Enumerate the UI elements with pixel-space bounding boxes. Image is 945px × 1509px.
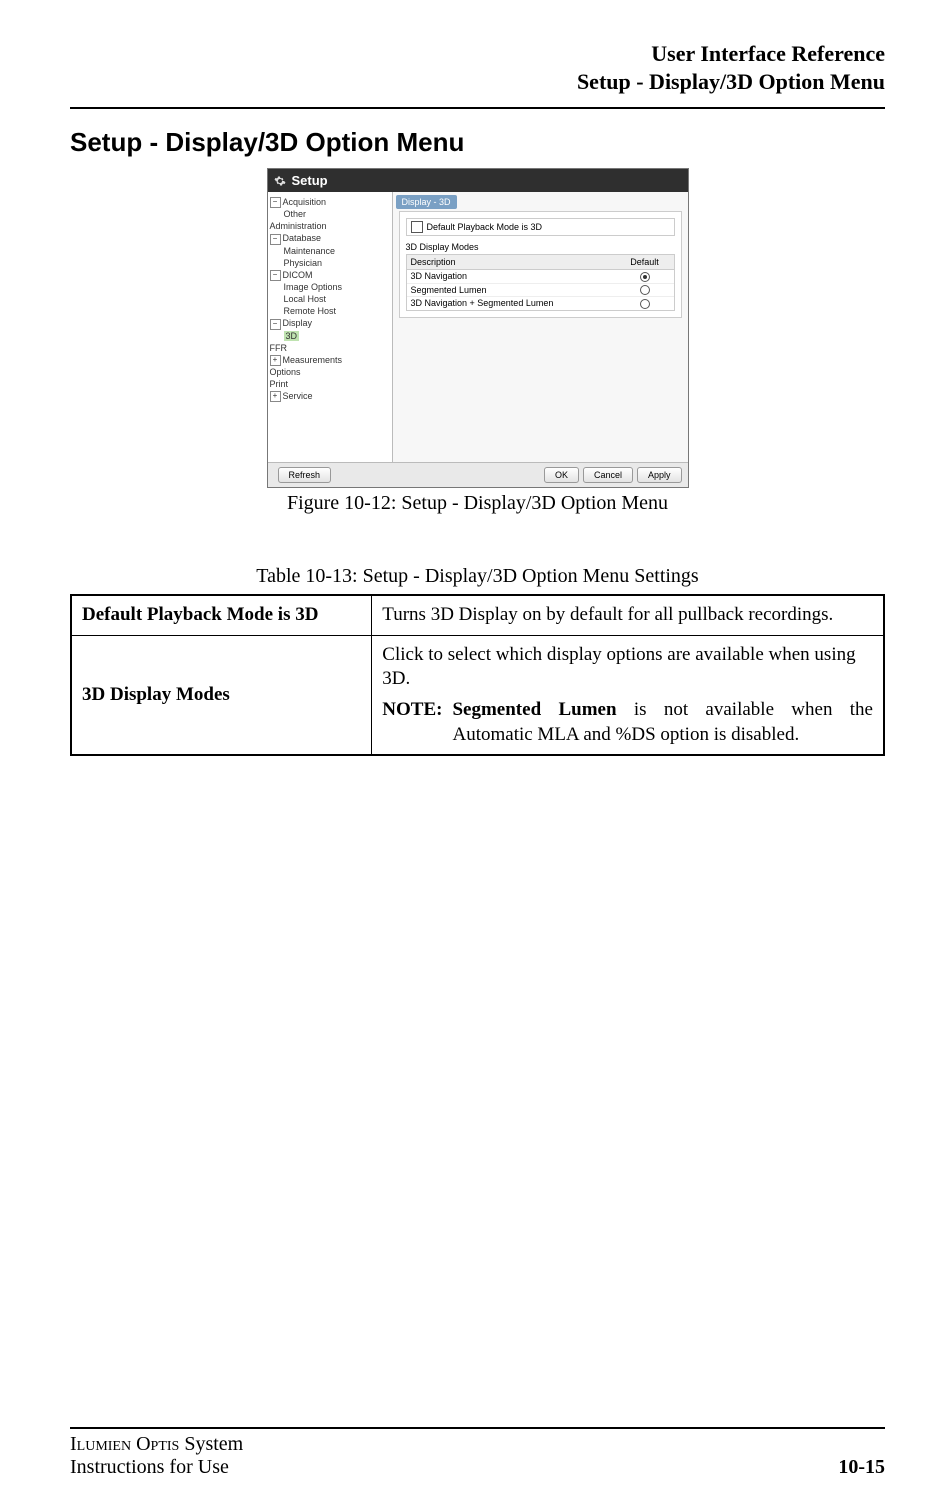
tree-item[interactable]: −Display xyxy=(270,317,390,329)
setting-description: Click to select which display options ar… xyxy=(372,635,884,755)
setting-note: NOTE: Segmented Lumen is not available w… xyxy=(382,698,873,747)
apply-button[interactable]: Apply xyxy=(637,467,682,483)
footer-product-2: Optis xyxy=(136,1433,179,1455)
tree-item-label: Service xyxy=(283,391,313,401)
setting-label: Default Playback Mode is 3D xyxy=(71,595,372,635)
footer-product-1: Ilumien xyxy=(70,1433,131,1455)
footer-left: Ilumien Optis System Instructions for Us… xyxy=(70,1433,243,1479)
figure-caption: Figure 10-12: Setup - Display/3D Option … xyxy=(70,492,885,515)
tree-expander-icon[interactable]: − xyxy=(270,270,281,281)
radio-icon[interactable] xyxy=(640,285,650,295)
tree-item-label: 3D xyxy=(284,331,300,341)
radio-icon[interactable] xyxy=(640,299,650,309)
tree-item-label: Measurements xyxy=(283,355,343,365)
tree-item-label: FFR xyxy=(270,343,288,353)
modes-table: Description Default 3D NavigationSegment… xyxy=(406,254,675,311)
tree-item[interactable]: Print xyxy=(270,378,390,390)
tree-item[interactable]: Other xyxy=(270,208,390,220)
footer-line-2: Instructions for Use xyxy=(70,1456,243,1479)
modes-row[interactable]: Segmented Lumen xyxy=(407,284,674,298)
tree-item-label: Print xyxy=(270,379,289,389)
page-number: 10-15 xyxy=(838,1456,885,1479)
tree-item[interactable]: Options xyxy=(270,366,390,378)
dialog-footer: Refresh OK Cancel Apply xyxy=(268,462,688,487)
mode-default-cell xyxy=(616,284,674,297)
note-text: Segmented Lumen is not available when th… xyxy=(452,698,873,747)
tree-item-label: Physician xyxy=(284,258,323,268)
default-playback-checkbox-label: Default Playback Mode is 3D xyxy=(427,222,543,232)
tree-item[interactable]: +Service xyxy=(270,390,390,402)
table-caption: Table 10-13: Setup - Display/3D Option M… xyxy=(70,565,885,588)
dialog-title: Setup xyxy=(292,173,328,188)
mode-default-cell xyxy=(616,297,674,310)
tree-item[interactable]: −Database xyxy=(270,232,390,244)
tree-item[interactable]: FFR xyxy=(270,342,390,354)
tree-expander-icon[interactable]: − xyxy=(270,234,281,245)
tree-item-label: Administration xyxy=(270,221,327,231)
setup-dialog: Setup −AcquisitionOtherAdministration−Da… xyxy=(267,168,689,488)
tree-item-label: Maintenance xyxy=(284,246,336,256)
note-strong: Segmented Lumen xyxy=(452,699,616,720)
figure-container: Setup −AcquisitionOtherAdministration−Da… xyxy=(70,168,885,515)
setting-label: 3D Display Modes xyxy=(71,635,372,755)
content-pane: Display - 3D Default Playback Mode is 3D… xyxy=(393,192,688,462)
tree-item[interactable]: Physician xyxy=(270,257,390,269)
header-line-1: User Interface Reference xyxy=(70,40,885,68)
checkbox-icon[interactable] xyxy=(411,221,423,233)
tree-item-label: Other xyxy=(284,209,307,219)
mode-description: 3D Navigation xyxy=(407,270,616,283)
mode-description: 3D Navigation + Segmented Lumen xyxy=(407,297,616,310)
footer-product-rest: System xyxy=(179,1433,243,1455)
tree-item-label: Remote Host xyxy=(284,306,337,316)
radio-icon[interactable] xyxy=(640,272,650,282)
tree-item-label: Local Host xyxy=(284,294,327,304)
tree-expander-icon[interactable]: − xyxy=(270,197,281,208)
tree-item-label: Database xyxy=(283,233,322,243)
nav-tree[interactable]: −AcquisitionOtherAdministration−Database… xyxy=(268,192,393,462)
cancel-button[interactable]: Cancel xyxy=(583,467,633,483)
gear-icon xyxy=(274,175,286,187)
tree-item[interactable]: Administration xyxy=(270,220,390,232)
tree-item[interactable]: −DICOM xyxy=(270,269,390,281)
mode-default-cell xyxy=(616,270,674,283)
tree-expander-icon[interactable]: + xyxy=(270,355,281,366)
table-row: Default Playback Mode is 3D Turns 3D Dis… xyxy=(71,595,884,635)
refresh-button[interactable]: Refresh xyxy=(278,467,332,483)
tree-expander-icon[interactable]: − xyxy=(270,319,281,330)
dialog-titlebar: Setup xyxy=(268,169,688,192)
page-header: User Interface Reference Setup - Display… xyxy=(70,40,885,95)
tree-item[interactable]: −Acquisition xyxy=(270,196,390,208)
mode-description: Segmented Lumen xyxy=(407,284,616,297)
modes-row[interactable]: 3D Navigation xyxy=(407,270,674,284)
settings-table: Default Playback Mode is 3D Turns 3D Dis… xyxy=(70,594,885,756)
header-line-2: Setup - Display/3D Option Menu xyxy=(70,68,885,96)
tree-item-label: Acquisition xyxy=(283,197,327,207)
tree-item[interactable]: +Measurements xyxy=(270,354,390,366)
header-rule xyxy=(70,107,885,109)
modes-title: 3D Display Modes xyxy=(406,242,675,252)
pane-tab-label: Display - 3D xyxy=(396,195,457,209)
ok-button[interactable]: OK xyxy=(544,467,579,483)
tree-item-label: Options xyxy=(270,367,301,377)
tree-item-label: Image Options xyxy=(284,282,343,292)
page-footer: Ilumien Optis System Instructions for Us… xyxy=(70,1433,885,1479)
tree-item-label: Display xyxy=(283,318,313,328)
default-playback-checkbox-row[interactable]: Default Playback Mode is 3D xyxy=(406,218,675,236)
tree-item[interactable]: Local Host xyxy=(270,293,390,305)
footer-rule xyxy=(70,1427,885,1429)
tree-item[interactable]: Maintenance xyxy=(270,245,390,257)
section-title: Setup - Display/3D Option Menu xyxy=(70,127,885,158)
setting-description: Turns 3D Display on by default for all p… xyxy=(372,595,884,635)
tree-item[interactable]: 3D xyxy=(270,330,390,342)
modes-header-default: Default xyxy=(616,255,674,269)
modes-header-description: Description xyxy=(407,255,616,269)
tree-item-label: DICOM xyxy=(283,270,313,280)
modes-row[interactable]: 3D Navigation + Segmented Lumen xyxy=(407,297,674,310)
table-row: 3D Display Modes Click to select which d… xyxy=(71,635,884,755)
tree-item[interactable]: Remote Host xyxy=(270,305,390,317)
note-label: NOTE: xyxy=(382,698,452,747)
tree-expander-icon[interactable]: + xyxy=(270,391,281,402)
tree-item[interactable]: Image Options xyxy=(270,281,390,293)
setting-description-text: Click to select which display options ar… xyxy=(382,643,873,692)
